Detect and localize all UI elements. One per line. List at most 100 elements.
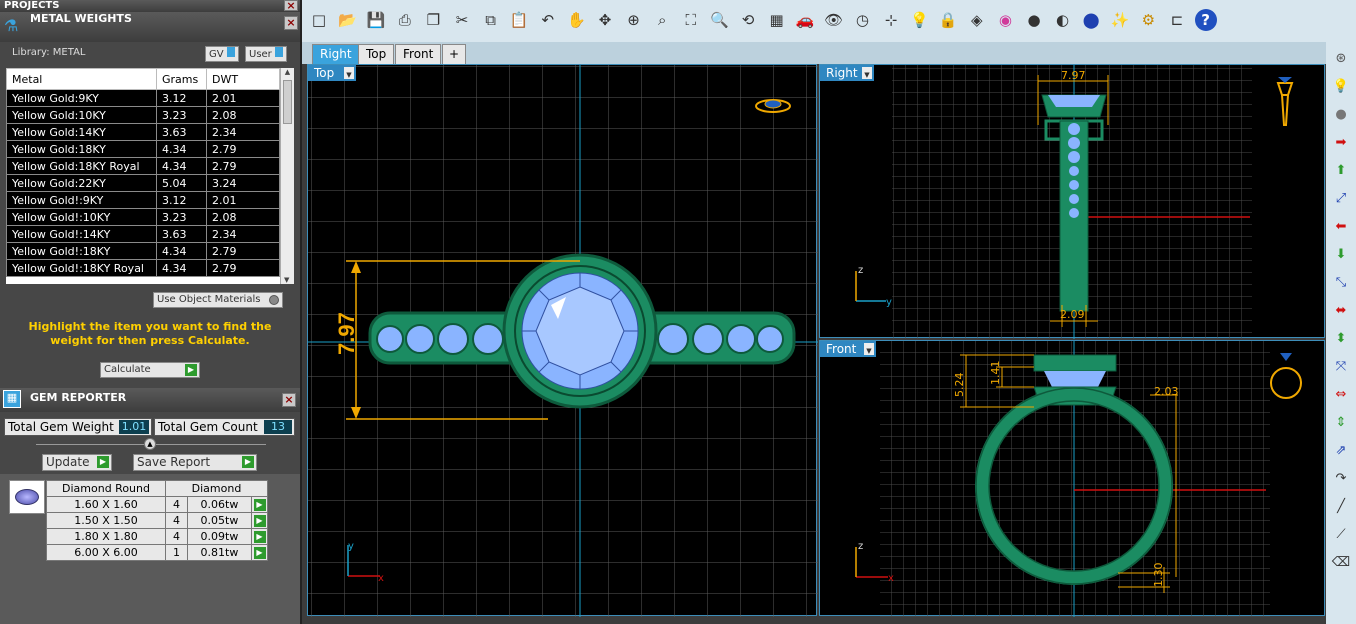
gem-detail-button[interactable]: ▶ <box>251 512 268 529</box>
use-object-materials-toggle[interactable]: Use Object Materials <box>153 292 283 308</box>
zoom-extents-icon[interactable]: ⛶ <box>680 9 702 31</box>
table-row[interactable]: 1.80 X 1.80 4 0.09tw ▶ <box>46 528 268 545</box>
cut-icon[interactable]: ✂ <box>451 9 473 31</box>
dropdown-icon[interactable]: ▼ <box>862 67 872 79</box>
table-row[interactable]: Yellow Gold:9KY 3.12 2.01 <box>6 89 280 107</box>
right-view-canvas[interactable]: 7.97 2.09 y z <box>820 65 1326 339</box>
rotate-view-icon[interactable]: ⟲ <box>737 9 759 31</box>
lock-icon[interactable]: 🔒 <box>937 9 959 31</box>
undo-icon[interactable]: ↶ <box>537 9 559 31</box>
calculate-button[interactable]: Calculate ▶ <box>100 362 200 378</box>
pan-hand-icon[interactable]: ✋ <box>565 9 587 31</box>
table-row[interactable]: Yellow Gold:14KY 3.63 2.34 <box>6 123 280 141</box>
sphere-icon[interactable]: ● <box>1330 104 1352 126</box>
help-icon[interactable]: ? <box>1194 9 1217 31</box>
add-tab-button[interactable]: + <box>442 44 467 64</box>
arrow-both-v-icon[interactable]: ⬍ <box>1330 328 1352 350</box>
arrow-diag-2-icon[interactable]: ⤡ <box>1330 272 1352 294</box>
close-icon[interactable]: × <box>284 16 298 30</box>
orbit-icon[interactable]: ⊛ <box>1330 48 1352 70</box>
save-icon[interactable]: 💾 <box>365 9 387 31</box>
table-row[interactable]: Yellow Gold:22KY 5.04 3.24 <box>6 174 280 192</box>
wand-icon[interactable]: ✨ <box>1109 9 1131 31</box>
eye-icon[interactable]: 👁 <box>823 9 845 31</box>
tab-front[interactable]: Front <box>395 44 442 64</box>
dwt-column-header[interactable]: DWT <box>206 68 280 90</box>
user-toggle[interactable]: User <box>245 46 287 62</box>
arrow-both-h-icon[interactable]: ⬌ <box>1330 300 1352 322</box>
viewport-top[interactable]: 7.97 x y Top ▼ <box>307 64 818 617</box>
arrow-diag-icon[interactable]: ⤢ <box>1330 188 1352 210</box>
table-row[interactable]: 6.00 X 6.00 1 0.81tw ▶ <box>46 544 268 561</box>
table-row[interactable]: 1.50 X 1.50 4 0.05tw ▶ <box>46 512 268 529</box>
table-row[interactable]: Yellow Gold!:9KY 3.12 2.01 <box>6 191 280 209</box>
open-folder-icon[interactable]: 📂 <box>337 9 359 31</box>
arrow-right-icon[interactable]: ➡ <box>1330 132 1352 154</box>
top-view-canvas[interactable]: 7.97 x y <box>308 65 818 617</box>
front-view-canvas[interactable]: 5.24 1.41 2.03 1.30 x z <box>820 341 1326 617</box>
arrow-merge-h-icon[interactable]: ⇔ <box>1330 384 1352 406</box>
table-scrollbar[interactable]: ▲ ▼ <box>280 68 294 284</box>
scroll-down-icon[interactable]: ▼ <box>284 276 289 284</box>
zoom-in-icon[interactable]: ⊕ <box>623 9 645 31</box>
viewport-front[interactable]: 5.24 1.41 2.03 1.30 x z Front ▼ <box>819 340 1326 617</box>
gem-detail-button[interactable]: ▶ <box>251 496 268 513</box>
scroll-thumb[interactable] <box>283 80 292 124</box>
gear-icon[interactable]: ⚙ <box>1137 9 1159 31</box>
viewport-top-label[interactable]: Top ▼ <box>308 65 356 81</box>
table-row[interactable]: Yellow Gold!:10KY 3.23 2.08 <box>6 208 280 226</box>
table-row[interactable]: Yellow Gold:18KY 4.34 2.79 <box>6 140 280 158</box>
save-report-button[interactable]: Save Report ▶ <box>133 454 257 471</box>
arrow-up-icon[interactable]: ⬆ <box>1330 160 1352 182</box>
viewport-right-label[interactable]: Right ▼ <box>820 65 874 81</box>
zoom-window-icon[interactable]: ⌕ <box>651 9 673 31</box>
scroll-up-icon[interactable]: ▲ <box>281 68 294 76</box>
dropdown-icon[interactable]: ▼ <box>344 67 354 79</box>
table-row[interactable]: Yellow Gold!:18KY Royal 4.34 2.79 <box>6 259 280 277</box>
clock-icon[interactable]: ◷ <box>851 9 873 31</box>
snap-icon[interactable]: ⊹ <box>880 9 902 31</box>
grams-column-header[interactable]: Grams <box>156 68 207 90</box>
print-icon[interactable]: ⎙ <box>394 9 416 31</box>
arrow-down-icon[interactable]: ⬇ <box>1330 244 1352 266</box>
zoom-selected-icon[interactable]: 🔍 <box>708 9 730 31</box>
update-button[interactable]: Update ▶ <box>42 454 112 471</box>
light-bulb-icon[interactable]: 💡 <box>909 9 931 31</box>
viewport-front-label[interactable]: Front ▼ <box>820 341 876 357</box>
arrow-both-d-icon[interactable]: ⤧ <box>1330 356 1352 378</box>
gem-detail-button[interactable]: ▶ <box>251 544 268 561</box>
table-row[interactable]: Yellow Gold:10KY 3.23 2.08 <box>6 106 280 124</box>
line-tool-icon[interactable]: ╱ <box>1330 496 1352 518</box>
metal-column-header[interactable]: Metal <box>6 68 157 90</box>
material-sphere-icon[interactable]: ● <box>1023 9 1045 31</box>
layers-icon[interactable]: ◈ <box>966 9 988 31</box>
table-row[interactable]: Yellow Gold!:18KY 4.34 2.79 <box>6 242 280 260</box>
close-icon[interactable]: × <box>282 393 296 407</box>
table-row[interactable]: Yellow Gold!:14KY 3.63 2.34 <box>6 225 280 243</box>
new-file-icon[interactable]: □ <box>308 9 330 31</box>
splitter-handle-icon[interactable]: ▲ <box>144 438 156 450</box>
shaded-sphere-icon[interactable]: ◐ <box>1052 9 1074 31</box>
copy-icon[interactable]: ⧉ <box>480 9 502 31</box>
arrow-merge-v-icon[interactable]: ⇕ <box>1330 412 1352 434</box>
close-icon[interactable]: × <box>284 0 298 11</box>
move-icon[interactable]: ✥ <box>594 9 616 31</box>
diamond-thumbnail[interactable] <box>9 480 45 514</box>
table-row[interactable]: 1.60 X 1.60 4 0.06tw ▶ <box>46 496 268 513</box>
bend-icon[interactable]: ↷ <box>1330 468 1352 490</box>
measure-icon[interactable]: ⟋ <box>1330 524 1352 546</box>
render-sphere-icon[interactable]: ⬤ <box>1080 9 1102 31</box>
paste-icon[interactable]: 📋 <box>508 9 530 31</box>
color-wheel-icon[interactable]: ◉ <box>994 9 1016 31</box>
tab-top[interactable]: Top <box>358 44 395 64</box>
arrow-left-icon[interactable]: ⬅ <box>1330 216 1352 238</box>
car-icon[interactable]: 🚗 <box>794 9 816 31</box>
dimension-icon[interactable]: ⊏ <box>1166 9 1188 31</box>
dropdown-icon[interactable]: ▼ <box>864 343 874 355</box>
gv-toggle[interactable]: GV <box>205 46 239 62</box>
table-row[interactable]: Yellow Gold:18KY Royal 4.34 2.79 <box>6 157 280 175</box>
gem-detail-button[interactable]: ▶ <box>251 528 268 545</box>
viewport-right[interactable]: 7.97 2.09 y z Right ▼ <box>819 64 1326 339</box>
tab-right[interactable]: Right <box>312 44 360 64</box>
eraser-icon[interactable]: ⌫ <box>1330 552 1352 574</box>
